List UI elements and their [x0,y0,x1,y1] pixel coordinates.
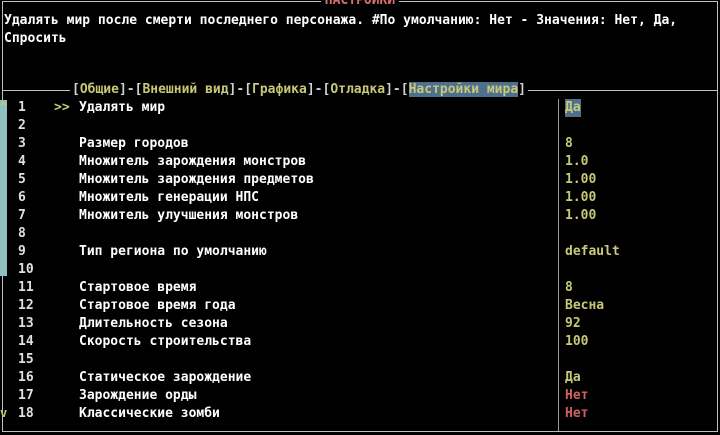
option-row[interactable]: 14 Скорость строительства 100 [0,333,720,351]
option-value[interactable]: default [565,243,620,261]
window-title-bar: НАСТРОЙКИ [3,0,717,8]
tab-bar: [Общие]-[Внешний вид]-[Графика]-[Отладка… [70,82,528,98]
option-row[interactable]: 18 Классические зомби Нет [0,405,720,423]
row-number: 4 [18,154,26,169]
option-label: Классические зомби [79,406,220,421]
option-value[interactable]: 100 [565,333,588,351]
tab-separator: ]-[ [228,82,253,97]
option-label: Стартовое время [79,280,197,295]
option-row[interactable]: 4 Множитель зарождения монстров 1.0 [0,153,720,171]
option-value[interactable]: 92 [565,315,581,333]
tab-separator: ]-[ [118,82,143,97]
row-number: 15 [18,352,34,367]
tab-separator: ]-[ [306,82,331,97]
row-number: 10 [18,262,34,277]
option-row[interactable]: 1 >> Удалять мир Да [0,99,720,117]
row-number: 17 [18,388,34,403]
window-title: НАСТРОЙКИ [320,0,400,8]
option-label: Множитель зарождения монстров [79,154,306,169]
row-number: 13 [18,316,34,331]
option-label: Множитель улучшения монстров [79,208,299,223]
option-value[interactable]: 8 [565,135,573,153]
row-number: 8 [18,226,26,241]
tab-separator: [ [72,82,80,97]
selection-cursor: >> [54,100,70,115]
row-number: 2 [18,118,26,133]
row-number: 14 [18,334,34,349]
row-number: 5 [18,172,26,187]
option-row[interactable]: 16 Статическое зарождение Да [0,369,720,387]
option-label: Зарождение орды [79,388,197,403]
row-number: 16 [18,370,34,385]
tab-separator: ] [518,82,526,97]
option-value[interactable]: Весна [565,297,604,315]
option-row[interactable]: 12 Стартовое время года Весна [0,297,720,315]
row-number: 7 [18,208,26,223]
option-label: Стартовое время года [79,298,236,313]
row-number: 18 [18,406,34,421]
tab-general[interactable]: Общие [80,82,119,97]
option-value[interactable]: 8 [565,279,573,297]
row-number: 9 [18,244,26,259]
option-value[interactable]: 1.00 [565,207,596,225]
row-number: 6 [18,190,26,205]
option-label: Множитель зарождения предметов [79,172,314,187]
row-number: 1 [18,100,26,115]
row-number: 11 [18,280,34,295]
tab-debug[interactable]: Отладка [330,82,385,97]
option-row[interactable]: 3 Размер городов 8 [0,135,720,153]
option-row[interactable]: 8 [0,225,720,243]
option-row[interactable]: 2 [0,117,720,135]
row-number: 12 [18,298,34,313]
option-label: Удалять мир [79,100,166,115]
option-value[interactable]: Да [565,99,581,117]
option-label: Множитель генерации НПС [79,190,260,205]
row-number: 3 [18,136,26,151]
option-row[interactable]: 10 [0,261,720,279]
option-label: Размер городов [79,136,189,151]
option-value[interactable]: Да [565,369,581,387]
option-row[interactable]: 5 Множитель зарождения предметов 1.00 [0,171,720,189]
option-label: Длительность сезона [79,316,228,331]
option-row[interactable]: 9 Тип региона по умолчанию default [0,243,720,261]
option-row[interactable]: 15 [0,351,720,369]
tab-graphics[interactable]: Графика [252,82,307,97]
option-description: Удалять мир после смерти последнего перс… [4,13,685,46]
option-value[interactable]: Нет [565,405,588,423]
option-value[interactable]: Нет [565,387,588,405]
option-row[interactable]: 11 Стартовое время 8 [0,279,720,297]
option-label: Тип региона по умолчанию [79,244,267,259]
tab-world-settings[interactable]: Настройки мира [408,82,519,97]
option-row[interactable]: 7 Множитель улучшения монстров 1.00 [0,207,720,225]
option-value[interactable]: 1.00 [565,189,596,207]
option-label: Скорость строительства [79,334,252,349]
option-row[interactable]: 17 Зарождение орды Нет [0,387,720,405]
option-row[interactable]: 13 Длительность сезона 92 [0,315,720,333]
option-value[interactable]: 1.0 [565,153,588,171]
option-row[interactable]: 6 Множитель генерации НПС 1.00 [0,189,720,207]
option-value[interactable]: 1.00 [565,171,596,189]
tab-appearance[interactable]: Внешний вид [142,82,228,97]
option-label: Статическое зарождение [79,370,252,385]
tab-separator: ]-[ [385,82,409,97]
